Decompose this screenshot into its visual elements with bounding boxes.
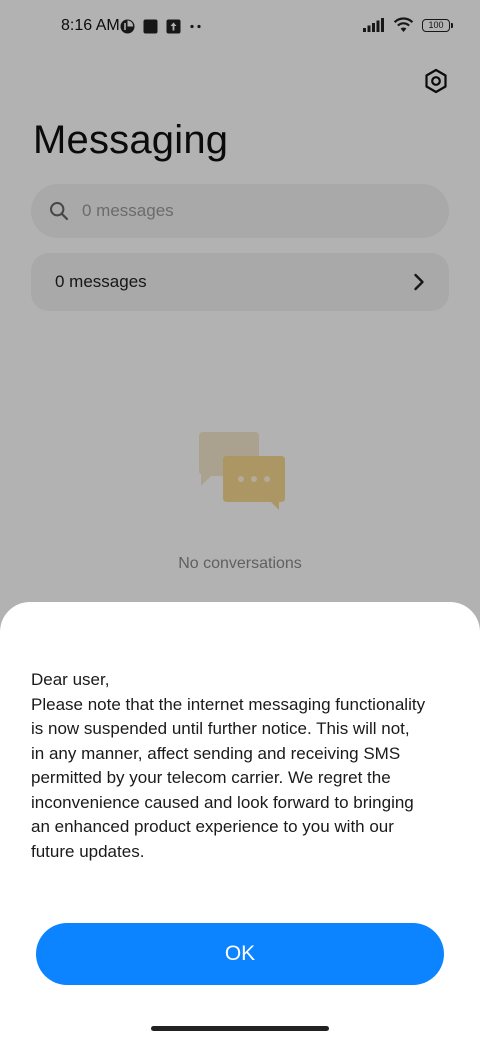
notice-line: Please note that the internet messaging … bbox=[31, 694, 426, 714]
notice-message: Dear user, Please note that the internet… bbox=[31, 668, 471, 864]
messaging-screen: 8:16 AM 100 Messaging 0 messages 0 messa… bbox=[0, 0, 480, 1040]
notice-line: future updates. bbox=[31, 841, 145, 861]
notice-line: permitted by your telecom carrier. We re… bbox=[31, 768, 391, 787]
notice-line: is now suspended until further notice. T… bbox=[31, 719, 410, 738]
notice-line: in any manner, affect sending and receiv… bbox=[31, 743, 401, 763]
notice-line: inconvenience caused and look forward to… bbox=[31, 792, 414, 812]
notice-bottom-sheet: Dear user, Please note that the internet… bbox=[0, 602, 480, 1040]
ok-button[interactable]: OK bbox=[36, 923, 444, 985]
home-indicator[interactable] bbox=[151, 1026, 329, 1031]
notice-line: Dear user, bbox=[31, 670, 110, 689]
notice-line: an enhanced product experience to you wi… bbox=[31, 817, 394, 836]
